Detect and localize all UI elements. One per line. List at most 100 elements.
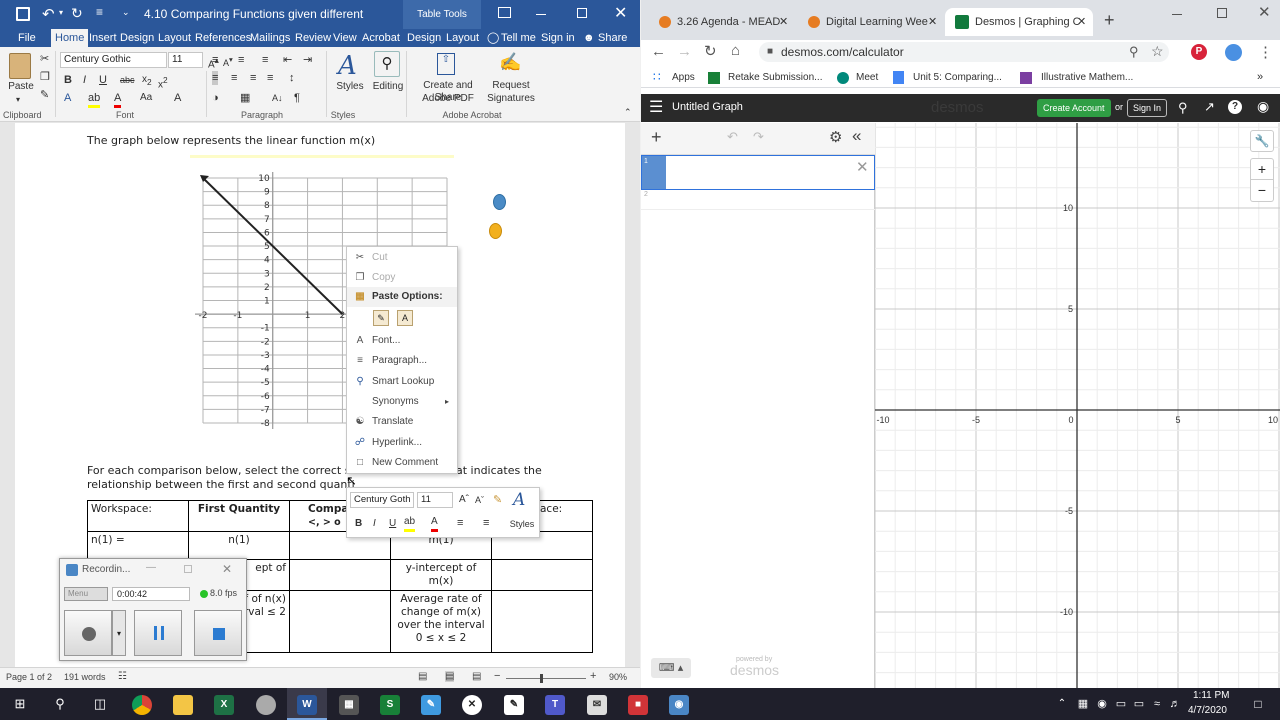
zoom-icon[interactable]: ⚲	[1129, 42, 1139, 62]
tab-references[interactable]: References	[195, 29, 251, 47]
chrome-maximize-icon[interactable]	[1217, 8, 1227, 18]
table-cell[interactable]	[491, 559, 593, 591]
graph-title[interactable]: Untitled Graph	[672, 101, 743, 113]
tab-close-icon[interactable]: ✕	[779, 8, 788, 36]
italic-icon[interactable]: I	[373, 517, 376, 531]
ribbon-display-icon[interactable]	[498, 7, 511, 18]
table-cell[interactable]: First Quantity	[188, 500, 290, 532]
maximize-icon[interactable]	[577, 8, 587, 18]
editing-button[interactable]: Editing	[370, 81, 406, 93]
delete-expression-icon[interactable]: ✕	[856, 158, 869, 176]
forward-icon[interactable]: →	[677, 43, 692, 60]
tab-close-icon[interactable]: ✕	[1077, 8, 1086, 36]
justify-icon[interactable]: ≡	[267, 71, 273, 85]
display-icon[interactable]: ▭	[1130, 688, 1148, 720]
font-color-icon[interactable]: A	[114, 91, 122, 108]
bold-icon[interactable]: B	[64, 73, 72, 87]
superscript-icon[interactable]: x2	[158, 73, 168, 92]
zoom-thumb[interactable]	[540, 674, 543, 683]
align-center-icon[interactable]: ≡	[231, 71, 237, 85]
redo-icon[interactable]: ↻	[71, 5, 83, 22]
menu-item-new-comment[interactable]: □ New Comment	[347, 453, 457, 473]
file-explorer-icon[interactable]	[163, 688, 203, 720]
menu-item-copy[interactable]: ❐ Copy	[347, 268, 457, 288]
align-right-icon[interactable]: ≡	[250, 71, 256, 85]
share-button[interactable]: Share	[598, 29, 627, 47]
home-icon[interactable]: ⌂	[731, 42, 740, 59]
table-cell[interactable]	[491, 590, 593, 653]
pause-button[interactable]	[134, 610, 182, 656]
tab-table-design[interactable]: Design	[407, 29, 441, 47]
chrome-minimize-icon[interactable]	[1172, 14, 1182, 15]
align-left-icon[interactable]: ≡	[212, 71, 219, 85]
mini-size-box[interactable]: 11	[417, 492, 453, 508]
keypad-toggle-button[interactable]: ⌨ ▴	[651, 658, 691, 678]
chrome-taskbar-icon[interactable]	[122, 688, 162, 720]
adobe-pdf-label[interactable]: Adobe PDF	[409, 93, 487, 105]
zoom-out-button[interactable]: −	[1250, 180, 1274, 202]
menu-item-synonyms[interactable]: Synonyms ▸	[347, 392, 457, 412]
new-tab-icon[interactable]: +	[1104, 10, 1115, 31]
shading-icon[interactable]: ◑	[212, 91, 219, 105]
volume-icon[interactable]: ♬	[1166, 688, 1184, 720]
xbox-icon[interactable]: ✕	[452, 688, 492, 720]
more-bookmarks-icon[interactable]: »	[1257, 67, 1263, 88]
paint-icon[interactable]	[246, 688, 286, 720]
underline-icon[interactable]: U	[99, 73, 107, 87]
sheets-taskbar-icon[interactable]: S	[370, 688, 410, 720]
expression-row[interactable]: 1 ✕	[641, 155, 875, 190]
expression-row[interactable]: 2	[641, 190, 875, 210]
show-marks-icon[interactable]: ¶	[294, 91, 300, 105]
notifications-icon[interactable]: □	[1238, 688, 1278, 720]
screen-recorder-widget[interactable]: Recordin... — ✕ Menu 0:00:42 8.0 fps ▾	[59, 558, 247, 661]
undo-icon[interactable]: ↶	[42, 5, 55, 23]
tab-close-icon[interactable]: ✕	[928, 8, 937, 36]
bullets-icon[interactable]: ≡	[212, 53, 218, 67]
table-cell[interactable]	[289, 559, 391, 591]
customize-qat-icon[interactable]: ≡	[96, 5, 103, 19]
styles-icon[interactable]: A	[513, 490, 525, 510]
bookmark-star-icon[interactable]: ☆	[1151, 41, 1164, 61]
italic-icon[interactable]: I	[83, 73, 86, 87]
paste-text-only-icon[interactable]: A	[397, 310, 413, 326]
signature-icon[interactable]: ✍	[499, 52, 521, 73]
create-account-button[interactable]: Create Account	[1037, 99, 1111, 117]
copy-icon[interactable]: ❐	[40, 70, 50, 84]
table-cell[interactable]: Workspace:	[87, 500, 189, 532]
collapse-ribbon-icon[interactable]: ⌃	[624, 105, 632, 119]
zoom-in-button[interactable]: +	[1250, 158, 1274, 180]
bookmark-unit5[interactable]: Unit 5: Comparing...	[913, 67, 1002, 88]
bold-icon[interactable]: B	[355, 517, 362, 531]
proofing-icon[interactable]: ☷	[118, 671, 127, 682]
paste-button[interactable]: Paste	[6, 81, 36, 93]
collapse-list-icon[interactable]: «	[852, 126, 861, 146]
pinterest-icon[interactable]: P	[1191, 44, 1207, 60]
orange-shape-icon[interactable]	[489, 223, 502, 239]
recorder-taskbar-icon[interactable]: ◉	[659, 688, 699, 720]
request-label[interactable]: Request	[487, 80, 535, 92]
tab-acrobat[interactable]: Acrobat	[362, 29, 400, 47]
task-view-icon[interactable]: ◫	[80, 688, 120, 720]
tab-table-layout[interactable]: Layout	[446, 29, 479, 47]
increase-indent-icon[interactable]: ⇥	[303, 53, 312, 67]
menu-item-translate[interactable]: ☯ Translate	[347, 412, 457, 432]
clear-format-icon[interactable]: A	[174, 91, 181, 105]
address-bar[interactable]: ■ desmos.com/calculator ⚲ ☆	[759, 42, 1169, 62]
zoom-out-icon[interactable]: −	[494, 670, 500, 682]
excel-icon[interactable]: X	[204, 688, 244, 720]
bullets-icon[interactable]: ≡	[457, 516, 463, 530]
reload-icon[interactable]: ↻	[704, 42, 717, 60]
borders-icon[interactable]: ▦	[240, 91, 250, 105]
signatures-label[interactable]: Signatures	[487, 93, 535, 105]
styles-button[interactable]: Styles	[333, 81, 367, 93]
paste-dropdown-icon[interactable]: ▾	[16, 93, 20, 107]
tray-app-icon[interactable]: ▦	[1074, 688, 1092, 720]
font-size-box[interactable]: 11	[168, 52, 203, 68]
record-button[interactable]	[64, 610, 112, 656]
search-icon[interactable]: ⚲	[374, 51, 400, 77]
sign-in-link[interactable]: Sign in	[541, 29, 575, 47]
text-effects-icon[interactable]: A	[64, 91, 71, 105]
highlight-icon[interactable]: ab	[88, 91, 101, 108]
stop-button[interactable]	[194, 610, 242, 656]
bookmark-retake[interactable]: Retake Submission...	[728, 67, 823, 88]
